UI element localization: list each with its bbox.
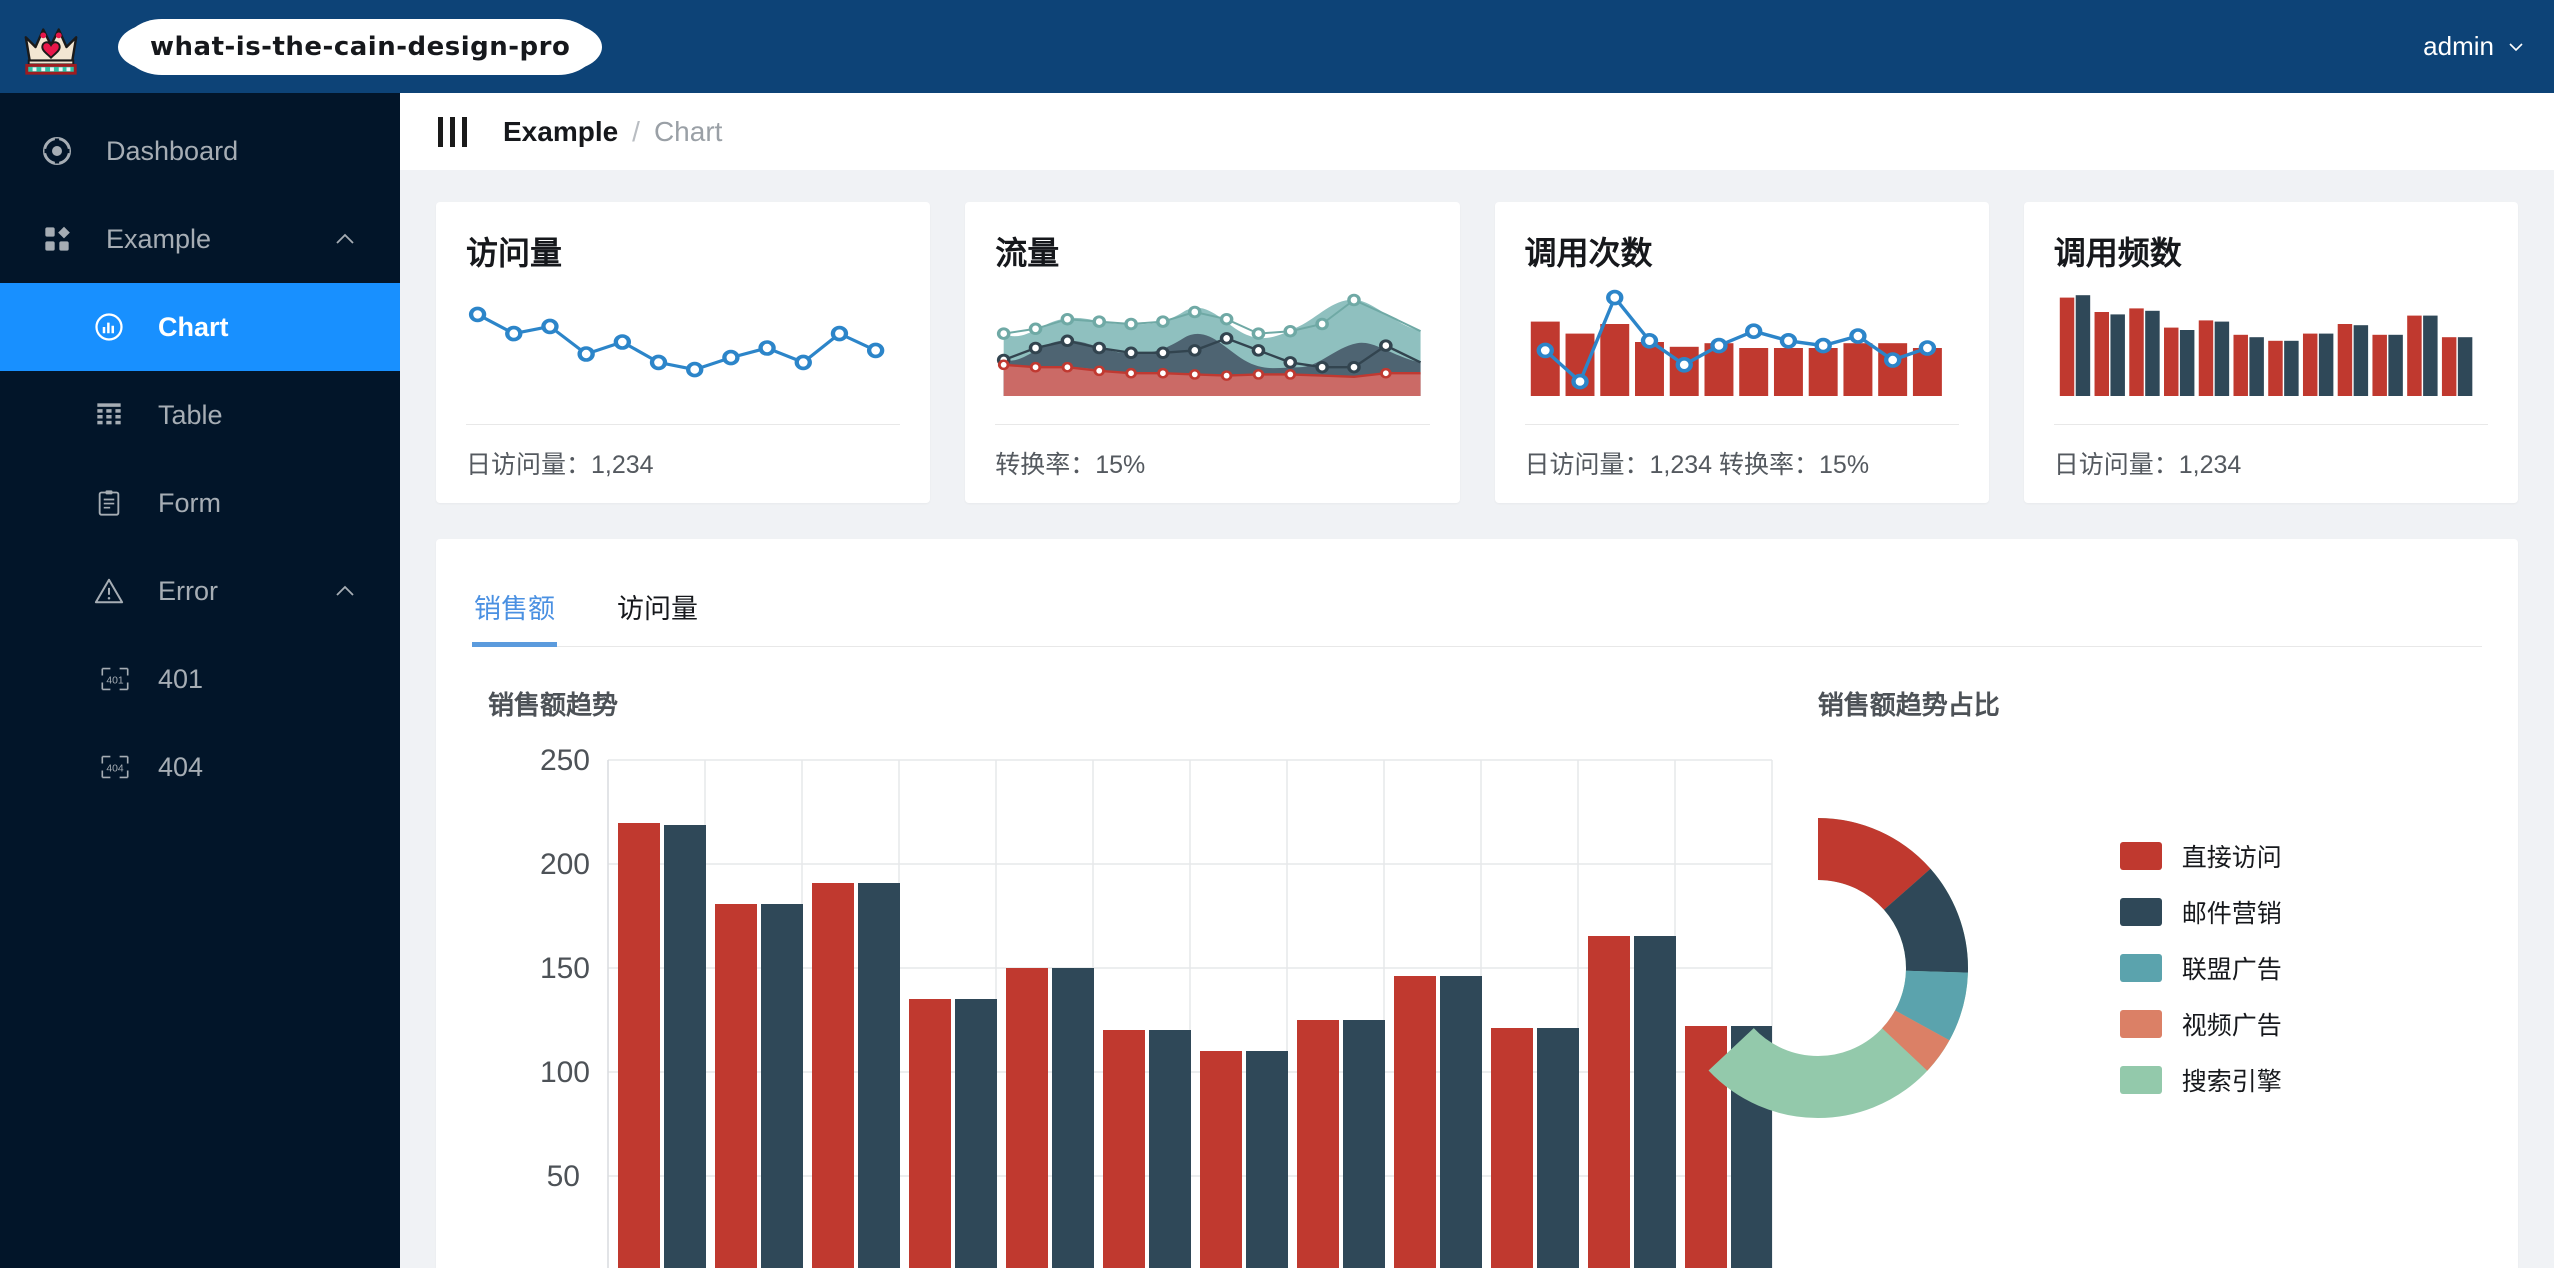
- sidebar-item-form[interactable]: Form: [0, 459, 400, 547]
- svg-text:404: 404: [106, 764, 124, 775]
- sidebar-item-label: Table: [158, 399, 223, 430]
- appstore-icon: [38, 220, 76, 258]
- hamburger-icon[interactable]: [438, 116, 467, 147]
- stat-card-title: 流量: [995, 235, 1060, 271]
- sidebar-item-table[interactable]: Table: [0, 371, 400, 459]
- breadcrumb-current: Chart: [653, 115, 723, 147]
- legend-item[interactable]: 搜索引擎: [2119, 1062, 2282, 1098]
- sidebar-item-label: Form: [158, 487, 221, 518]
- legend-swatch: [2119, 842, 2162, 870]
- sidebar-item-error[interactable]: Error: [0, 547, 400, 635]
- chart-pie-icon: [90, 308, 128, 346]
- sidebar-item-label: 401: [158, 663, 204, 694]
- dashboard-icon: [38, 132, 76, 170]
- legend-swatch: [2119, 1010, 2162, 1038]
- sidebar-item-401[interactable]: 401 401: [0, 635, 400, 723]
- svg-text:401: 401: [106, 676, 124, 687]
- breadcrumb-bar: Example / Chart: [400, 93, 2554, 170]
- sales-share-title: 销售额趋势占比: [1817, 690, 2000, 720]
- sales-share-section: 销售额趋势占比 直接访问 邮件营销 联盟广告 视频广告 搜索引擎: [1618, 685, 2482, 1268]
- chevron-up-icon: [336, 233, 354, 244]
- stat-card-frequency[interactable]: 调用频数 日访问量：1,234: [2023, 202, 2518, 503]
- breadcrumb-parent[interactable]: Example: [503, 116, 618, 148]
- legend-label: 邮件营销: [2181, 900, 2282, 928]
- legend-item[interactable]: 直接访问: [2119, 838, 2282, 874]
- table-icon: [90, 396, 128, 434]
- legend-swatch: [2119, 954, 2162, 982]
- stat-card-footer: 日访问量：1,234: [2053, 451, 2242, 479]
- brand-title: what-is-the-cain-design-pro: [117, 18, 603, 75]
- stat-card-calls[interactable]: 调用次数 日访问量：1,234 转换率：15%: [1494, 202, 1989, 503]
- error-404-icon: 404: [100, 752, 130, 782]
- donut-legend: 直接访问 邮件营销 联盟广告 视频广告 搜索引擎: [2119, 838, 2282, 1098]
- form-icon: [90, 484, 128, 522]
- sidebar-item-label: Chart: [158, 311, 229, 342]
- legend-item[interactable]: 联盟广告: [2119, 950, 2282, 986]
- warning-triangle-icon: [90, 572, 128, 610]
- sidebar-item-404[interactable]: 404 404: [0, 723, 400, 811]
- panel-tabs: 销售额 访问量: [472, 565, 2482, 647]
- error-401-icon: 401: [100, 664, 130, 694]
- sidebar-item-example[interactable]: Example: [0, 195, 400, 283]
- frequency-bar-chart: [2054, 288, 2488, 408]
- svg-text:250: 250: [540, 748, 590, 777]
- brand-title-text: what-is-the-cain-design-pro: [150, 31, 571, 62]
- sidebar-item-dashboard[interactable]: Dashboard: [0, 107, 400, 195]
- legend-label: 直接访问: [2181, 844, 2282, 872]
- user-name: admin: [2423, 31, 2494, 61]
- sidebar-item-label: Dashboard: [106, 135, 239, 166]
- sidebar-item-chart[interactable]: Chart: [0, 283, 400, 371]
- main-scroll: 访问量 日访问量：1,234 流量 转换率：15% 调用次数 日访问量：1,23…: [400, 170, 2554, 1268]
- body: Dashboard Example Chart Table Form Error…: [0, 93, 2554, 1268]
- legend-item[interactable]: 视频广告: [2119, 1006, 2282, 1042]
- sales-trend-bar-chart: 250 200 150 100 50: [472, 748, 1773, 1268]
- sidebar: Dashboard Example Chart Table Form Error…: [0, 93, 400, 1268]
- stat-card-footer: 转换率：15%: [995, 451, 1146, 479]
- user-menu[interactable]: admin: [2423, 31, 2524, 62]
- svg-text:100: 100: [540, 1056, 590, 1089]
- legend-swatch: [2119, 1066, 2162, 1094]
- content-area: Example / Chart 访问量 日访问量：1,234 流量 转换率：15…: [400, 93, 2554, 1268]
- chevron-up-icon: [336, 585, 354, 596]
- visits-line-chart: [466, 288, 900, 408]
- stat-card-row: 访问量 日访问量：1,234 流量 转换率：15% 调用次数 日访问量：1,23…: [436, 202, 2518, 503]
- stat-card-footer: 日访问量：1,234: [466, 451, 654, 479]
- panel-body: 销售额趋势 250 200 150 100 50 销售额趋势占比 直接访问 邮件…: [472, 647, 2482, 1268]
- sales-trend-section: 销售额趋势 250 200 150 100 50: [472, 685, 1773, 1268]
- crown-icon: [24, 27, 78, 75]
- traffic-area-chart: [995, 288, 1429, 408]
- tab-sales[interactable]: 销售额: [472, 565, 557, 647]
- sales-panel: 销售额 访问量 销售额趋势 250 200 150 100 50 销售额趋势占比…: [436, 539, 2518, 1268]
- tab-visits[interactable]: 访问量: [615, 565, 700, 646]
- stat-card-footer: 日访问量：1,234 转换率：15%: [1524, 451, 1870, 479]
- svg-text:200: 200: [540, 848, 590, 881]
- legend-label: 视频广告: [2181, 1012, 2282, 1040]
- legend-item[interactable]: 邮件营销: [2119, 894, 2282, 930]
- calls-bar-line-chart: [1525, 288, 1959, 408]
- legend-swatch: [2119, 898, 2162, 926]
- stat-card-traffic[interactable]: 流量 转换率：15%: [965, 202, 1460, 503]
- svg-text:50: 50: [547, 1160, 580, 1193]
- svg-text:150: 150: [540, 952, 590, 985]
- legend-label: 联盟广告: [2181, 956, 2282, 984]
- sidebar-item-label: Error: [158, 575, 218, 606]
- stat-card-title: 调用次数: [1524, 235, 1653, 271]
- sidebar-item-label: 404: [158, 751, 204, 782]
- sales-trend-title: 销售额趋势: [488, 690, 619, 720]
- app-root: what-is-the-cain-design-pro admin Dashbo…: [0, 0, 2554, 1268]
- legend-label: 搜索引擎: [2181, 1068, 2282, 1096]
- chevron-down-icon: [2509, 42, 2523, 51]
- breadcrumb-separator: /: [632, 115, 640, 147]
- stat-card-title: 调用频数: [2053, 235, 2182, 271]
- stat-card-title: 访问量: [466, 235, 563, 271]
- top-header: what-is-the-cain-design-pro admin: [0, 0, 2554, 93]
- sidebar-item-label: Example: [106, 223, 212, 254]
- stat-card-visits[interactable]: 访问量 日访问量：1,234: [436, 202, 931, 503]
- sales-share-donut-chart: 直接访问 邮件营销 联盟广告 视频广告 搜索引擎: [1618, 758, 2482, 1178]
